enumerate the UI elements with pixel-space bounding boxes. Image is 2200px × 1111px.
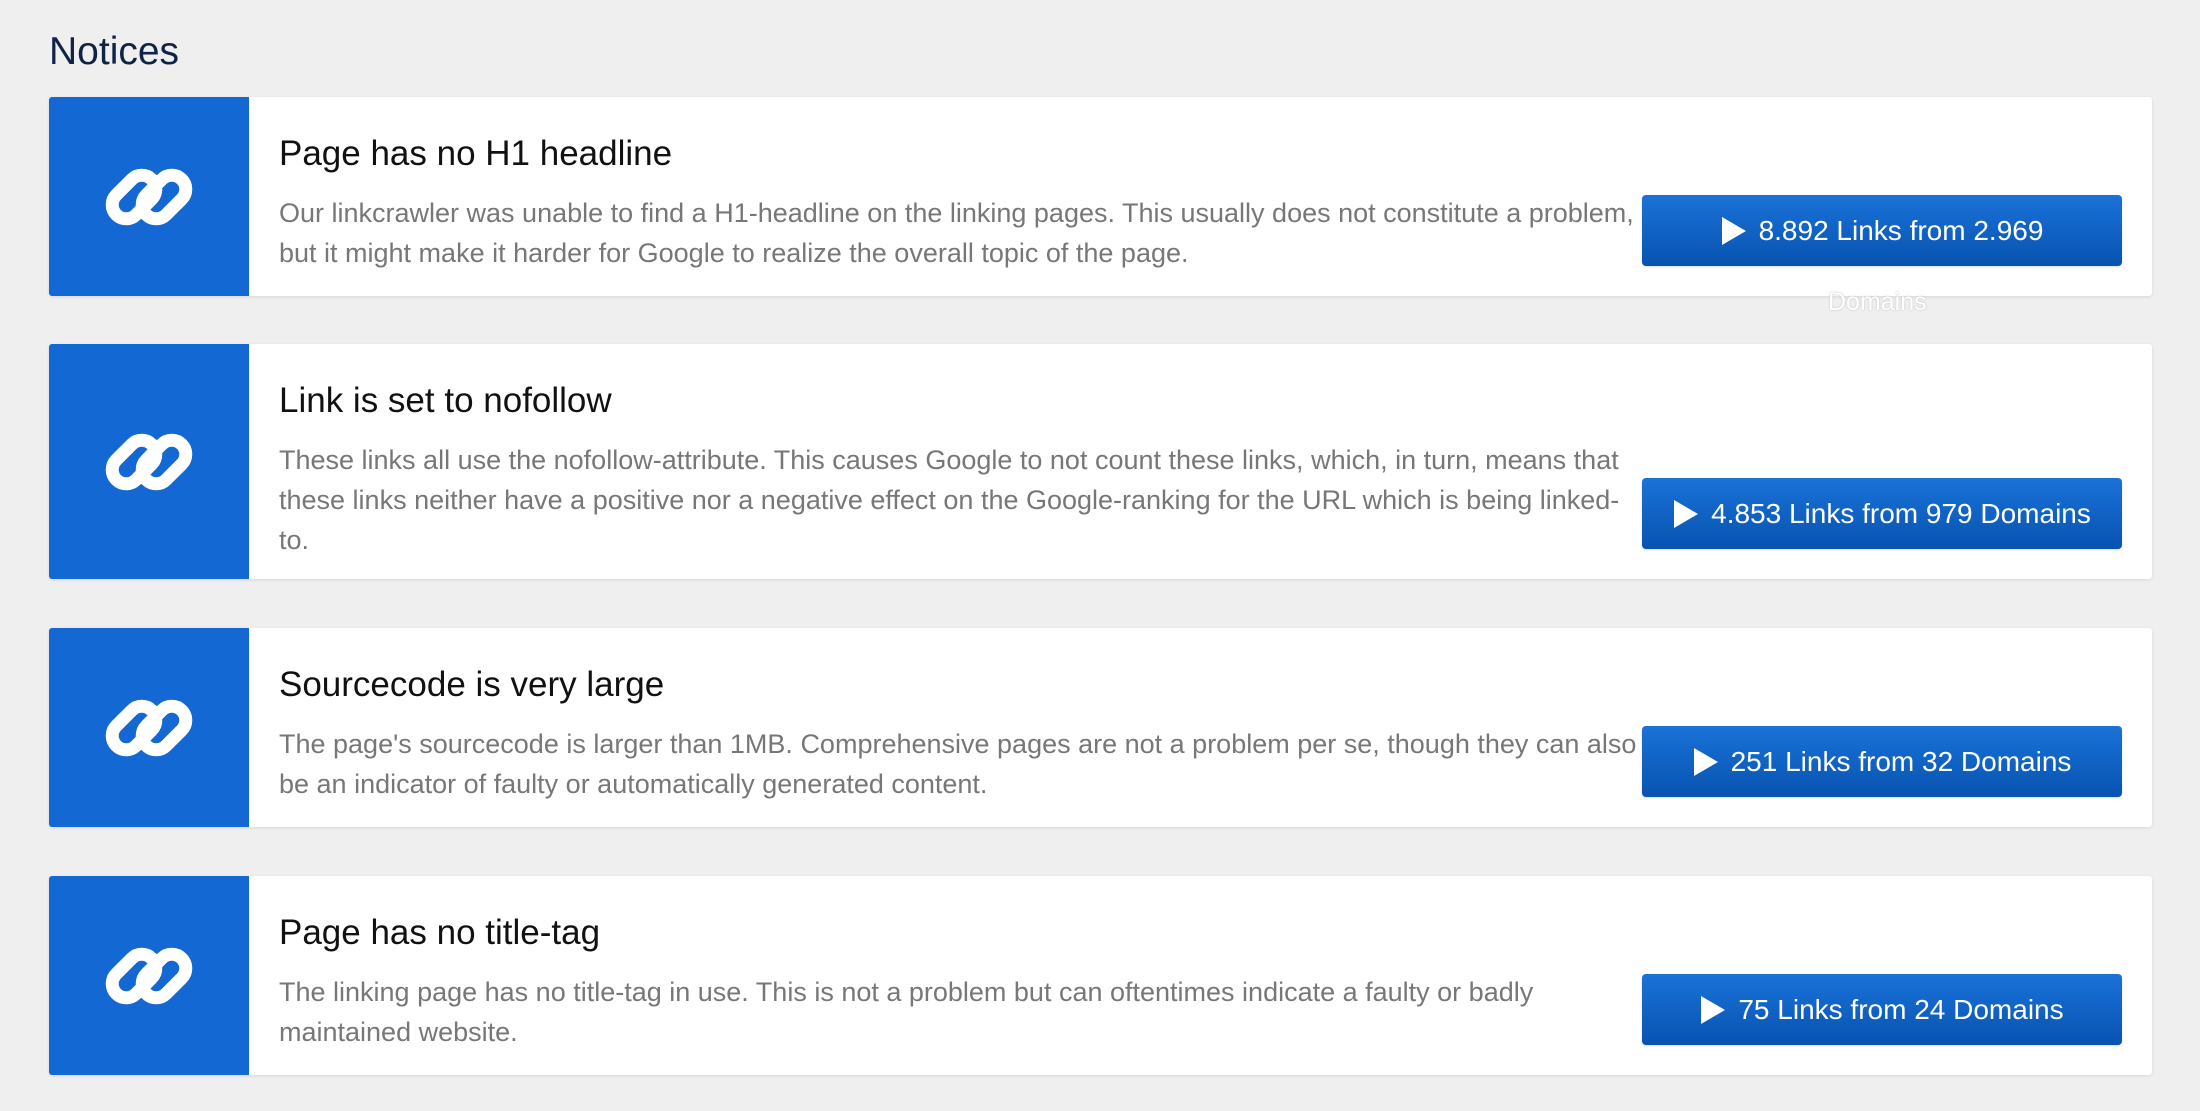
section-title: Notices: [49, 30, 180, 73]
view-links-button[interactable]: 251 Links from 32 Domains: [1642, 726, 2122, 797]
card-icon-panel: [49, 344, 249, 579]
card-icon-panel: [49, 628, 249, 827]
link-icon: [105, 699, 193, 756]
card-icon-panel: [49, 876, 249, 1075]
play-icon: [1721, 216, 1746, 245]
notice-title: Sourcecode is very large: [279, 665, 665, 704]
notice-title: Page has no title-tag: [279, 913, 601, 952]
notice-card-large-sourcecode: Sourcecode is very large The page's sour…: [49, 628, 2152, 827]
notice-description: Our linkcrawler was unable to find a H1-…: [279, 198, 1634, 268]
notice-description: The linking page has no title-tag in use…: [279, 977, 1534, 1047]
button-label: 4.853 Links from 979 Domains: [1711, 497, 2091, 529]
button-label: 8.892 Links from 2.969: [1758, 214, 2044, 246]
card-icon-panel: [49, 97, 249, 296]
link-icon: [105, 433, 193, 490]
button-label-overflow: Domains: [1828, 288, 1927, 316]
button-label: 75 Links from 24 Domains: [1738, 993, 2064, 1025]
notice-title: Link is set to nofollow: [279, 381, 612, 420]
notice-card-no-title-tag: Page has no title-tag The linking page h…: [49, 876, 2152, 1075]
view-links-button[interactable]: 8.892 Links from 2.969: [1642, 195, 2122, 266]
play-icon: [1701, 995, 1726, 1024]
play-icon: [1674, 499, 1699, 528]
notice-card-no-h1: Page has no H1 headline Our linkcrawler …: [49, 97, 2152, 296]
view-links-button[interactable]: 4.853 Links from 979 Domains: [1642, 478, 2122, 549]
play-icon: [1693, 747, 1718, 776]
notice-description: These links all use the nofollow-attribu…: [279, 445, 1620, 555]
link-icon: [105, 168, 193, 225]
button-label: 251 Links from 32 Domains: [1730, 745, 2072, 777]
link-icon: [105, 947, 193, 1004]
view-links-button[interactable]: 75 Links from 24 Domains: [1642, 974, 2122, 1045]
notice-title: Page has no H1 headline: [279, 134, 673, 173]
notice-description: The page's sourcecode is larger than 1MB…: [279, 729, 1637, 799]
notice-card-nofollow: Link is set to nofollow These links all …: [49, 344, 2152, 579]
